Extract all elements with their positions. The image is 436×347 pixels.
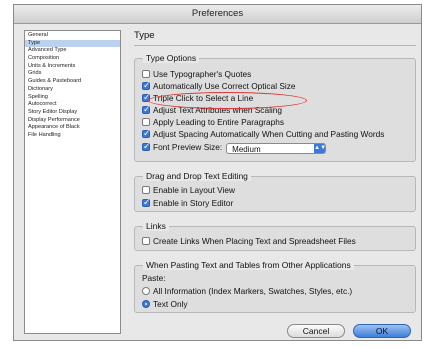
enable-layout-view-checkbox[interactable]	[142, 186, 150, 194]
use-typographers-quotes-checkbox[interactable]	[142, 70, 150, 78]
sidebar-item-dictionary[interactable]: Dictionary	[25, 86, 120, 94]
checkbox-label: Automatically Use Correct Optical Size	[153, 81, 296, 91]
ok-button[interactable]: OK	[353, 324, 411, 338]
sidebar-item-story-editor-display[interactable]: Story Editor Display	[25, 109, 120, 117]
sidebar-item-general[interactable]: General	[25, 32, 120, 40]
sidebar-item-guides-pasteboard[interactable]: Guides & Pasteboard	[25, 78, 120, 86]
paste-all-information-radio[interactable]	[142, 287, 150, 295]
adjust-spacing-row[interactable]: Adjust Spacing Automatically When Cuttin…	[142, 128, 385, 139]
window-title: Preferences	[14, 5, 421, 24]
checkbox-label: Enable in Layout View	[153, 185, 235, 195]
sidebar-item-type[interactable]: Type	[25, 39, 120, 48]
drag-drop-legend: Drag and Drop Text Editing	[143, 171, 251, 181]
optical-size-checkbox[interactable]	[142, 80, 151, 90]
checkbox-label: Create Links When Placing Text and Sprea…	[153, 236, 356, 246]
enable-layout-view-row[interactable]: Enable in Layout View	[142, 185, 235, 195]
checkbox-label: Font Preview Size:	[153, 142, 223, 152]
checkbox-label: Adjust Spacing Automatically When Cuttin…	[153, 129, 385, 139]
type-options-legend: Type Options	[143, 53, 200, 63]
paste-text-only-radio[interactable]	[142, 300, 150, 308]
radio-label: All Information (Index Markers, Swatches…	[153, 286, 353, 296]
links-legend: Links	[143, 221, 169, 231]
apply-leading-row[interactable]: Apply Leading to Entire Paragraphs	[142, 117, 284, 127]
paste-label: Paste:	[142, 273, 166, 283]
pasting-legend: When Pasting Text and Tables from Other …	[143, 260, 354, 270]
links-group: Links Create Links When Placing Text and…	[134, 221, 416, 251]
paste-all-information-row[interactable]: All Information (Index Markers, Swatches…	[142, 286, 352, 296]
adjust-text-attributes-checkbox[interactable]	[142, 104, 151, 114]
enable-story-editor-row[interactable]: Enable in Story Editor	[142, 197, 234, 208]
chevron-updown-icon: ▲▼	[314, 144, 327, 153]
create-links-row[interactable]: Create Links When Placing Text and Sprea…	[142, 236, 356, 246]
sidebar-item-spelling[interactable]: Spelling	[25, 94, 120, 102]
sidebar-item-composition[interactable]: Composition	[25, 55, 120, 63]
font-preview-size-row[interactable]: Font Preview Size: Medium ▲▼	[142, 141, 327, 154]
annotation-highlight-ring	[148, 92, 307, 109]
select-value: Medium	[232, 145, 261, 154]
pasting-group: When Pasting Text and Tables from Other …	[134, 260, 416, 313]
checkbox-label: Apply Leading to Entire Paragraphs	[153, 117, 284, 127]
radio-label: Text Only	[153, 299, 188, 309]
create-links-checkbox[interactable]	[142, 237, 150, 245]
font-preview-size-select[interactable]: Medium ▲▼	[226, 143, 327, 154]
adjust-spacing-checkbox[interactable]	[142, 128, 151, 138]
panel-title: Type	[134, 30, 155, 41]
enable-story-editor-checkbox[interactable]	[142, 197, 151, 207]
apply-leading-checkbox[interactable]	[142, 118, 150, 126]
sidebar-item-grids[interactable]: Grids	[25, 70, 120, 78]
sidebar-item-autocorrect[interactable]: Autocorrect	[25, 101, 120, 109]
type-options-group: Type Options Use Typographer's Quotes Au…	[134, 53, 416, 162]
title-divider	[134, 45, 416, 46]
preferences-category-list[interactable]: General Type Advanced Type Composition U…	[24, 30, 121, 334]
sidebar-item-display-performance[interactable]: Display Performance	[25, 117, 120, 125]
paste-text-only-row[interactable]: Text Only	[142, 299, 188, 309]
checkbox-label: Use Typographer's Quotes	[153, 69, 252, 79]
sidebar-item-appearance-of-black[interactable]: Appearance of Black	[25, 124, 120, 132]
preferences-window: Preferences General Type Advanced Type C…	[13, 4, 422, 341]
sidebar-item-advanced-type[interactable]: Advanced Type	[25, 47, 120, 55]
font-preview-size-checkbox[interactable]	[142, 141, 151, 151]
optical-size-row[interactable]: Automatically Use Correct Optical Size	[142, 80, 296, 91]
drag-drop-group: Drag and Drop Text Editing Enable in Lay…	[134, 171, 416, 212]
checkbox-label: Enable in Story Editor	[153, 198, 234, 208]
sidebar-item-units-increments[interactable]: Units & Increments	[25, 63, 120, 71]
cancel-button[interactable]: Cancel	[287, 324, 345, 338]
sidebar-item-file-handling[interactable]: File Handling	[25, 132, 120, 140]
use-typographers-quotes-row[interactable]: Use Typographer's Quotes	[142, 69, 251, 79]
